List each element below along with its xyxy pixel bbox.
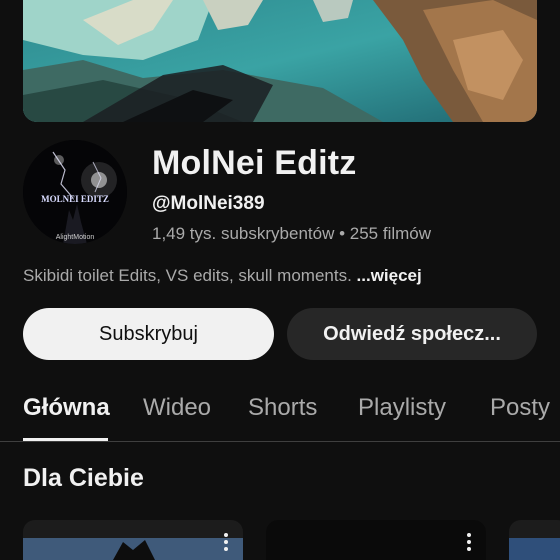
visit-community-button[interactable]: Odwiedź społecz... [287, 308, 537, 360]
video-card[interactable] [23, 520, 243, 560]
more-vert-icon[interactable] [466, 532, 472, 552]
section-title: Dla Ciebie [23, 464, 144, 492]
channel-name: MolNei Editz [152, 144, 357, 182]
video-card[interactable] [266, 520, 486, 560]
tab-playlists[interactable]: Playlisty [358, 394, 446, 422]
tab-home[interactable]: Główna [23, 394, 110, 422]
channel-tabs: Główna Wideo Shorts Playlisty Posty [0, 380, 560, 442]
description-text: Skibidi toilet Edits, VS edits, skull mo… [23, 266, 352, 285]
avatar-logo-text: MOLNEI EDITZ [41, 194, 109, 204]
channel-banner [23, 0, 537, 122]
more-link[interactable]: ...więcej [357, 266, 422, 285]
video-card[interactable] [509, 520, 560, 560]
tab-posts[interactable]: Posty [490, 394, 550, 422]
more-vert-icon[interactable] [223, 532, 229, 552]
avatar-watermark: AlightMotion [56, 234, 95, 241]
channel-avatar[interactable]: MOLNEI EDITZ AlightMotion [23, 140, 127, 244]
active-tab-indicator [23, 438, 108, 441]
tab-shorts[interactable]: Shorts [248, 394, 317, 422]
channel-handle: @MolNei389 [152, 193, 265, 214]
tab-videos[interactable]: Wideo [143, 394, 211, 422]
subscribe-button[interactable]: Subskrybuj [23, 308, 274, 360]
channel-stats: 1,49 tys. subskrybentów • 255 filmów [152, 224, 432, 243]
channel-description[interactable]: Skibidi toilet Edits, VS edits, skull mo… [23, 266, 422, 286]
